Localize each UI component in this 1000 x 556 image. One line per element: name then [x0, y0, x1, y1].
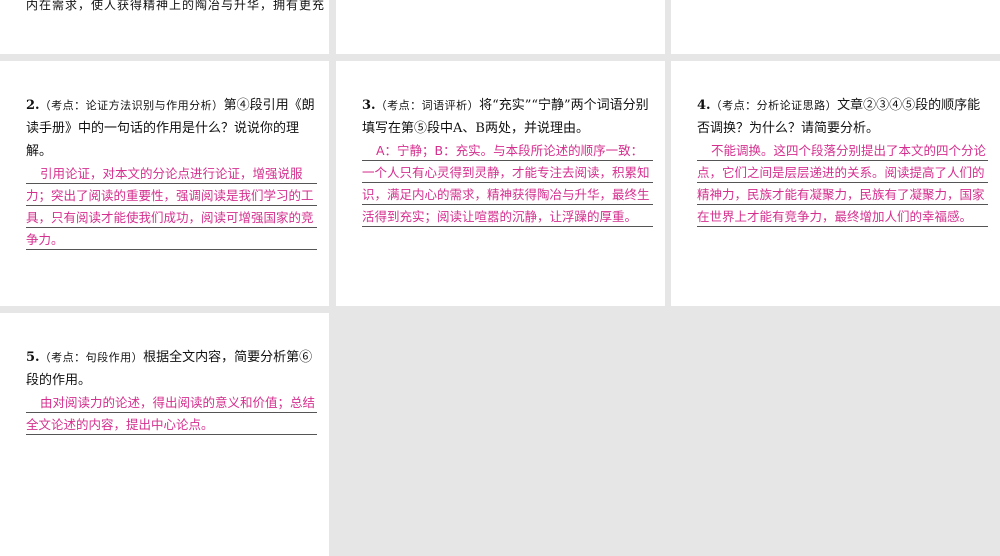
question-2-prompt: 2.（考点：论证方法识别与作用分析）第④段引用《朗读手册》中的一句话的作用是什么…	[26, 94, 317, 163]
question-4-prompt: 4.（考点：分析论证思路）文章②③④⑤段的顺序能否调换？为什么？请简要分析。	[697, 94, 988, 140]
question-tag: （考点：句段作用）	[39, 351, 144, 364]
question-tag: （考点：分析论证思路）	[710, 99, 838, 112]
question-tag: （考点：词语评析）	[375, 99, 480, 112]
question-number: 5.	[26, 350, 40, 365]
question-number: 3.	[362, 98, 376, 113]
top-snippet-text: 内在需求，使人获得精神上的陶冶与升华，拥有更充	[26, 0, 326, 12]
question-4-card: 4.（考点：分析论证思路）文章②③④⑤段的顺序能否调换？为什么？请简要分析。 不…	[671, 61, 1000, 306]
question-3-answer: A：宁静；B：充实。与本段所论述的顺序一致：一个人只有心灵得到灵静，才能专注去阅…	[362, 140, 653, 228]
answer-text: 由对阅读力的论述，得出阅读的意义和价值；总结全文论述的内容，提出中心论点。	[26, 395, 316, 432]
question-5-prompt: 5.（考点：句段作用）根据全文内容，简要分析第⑥段的作用。	[26, 346, 317, 392]
answer-text: 不能调换。这四个段落分别提出了本文的四个分论点，它们之间是层层递进的关系。阅读提…	[697, 143, 987, 224]
question-number: 2.	[26, 98, 40, 113]
question-3-card: 3.（考点：词语评析）将“充实”“宁静”两个词语分别填写在第⑤段中A、B两处，并…	[336, 61, 665, 306]
top-middle-tile	[336, 0, 665, 54]
question-2-card: 2.（考点：论证方法识别与作用分析）第④段引用《朗读手册》中的一句话的作用是什么…	[0, 61, 329, 306]
question-2-answer: 引用论证，对本文的分论点进行论证，增强说服力；突出了阅读的重要性，强调阅读是我们…	[26, 163, 317, 251]
question-3-prompt: 3.（考点：词语评析）将“充实”“宁静”两个词语分别填写在第⑤段中A、B两处，并…	[362, 94, 653, 140]
question-5-answer: 由对阅读力的论述，得出阅读的意义和价值；总结全文论述的内容，提出中心论点。	[26, 392, 317, 436]
answer-text: A：宁静；B：充实。与本段所论述的顺序一致：一个人只有心灵得到灵静，才能专注去阅…	[362, 143, 650, 224]
question-4-answer: 不能调换。这四个段落分别提出了本文的四个分论点，它们之间是层层递进的关系。阅读提…	[697, 140, 988, 228]
top-left-tile: 内在需求，使人获得精神上的陶冶与升华，拥有更充	[0, 0, 329, 54]
top-right-tile	[671, 0, 1000, 54]
question-5-card: 5.（考点：句段作用）根据全文内容，简要分析第⑥段的作用。 由对阅读力的论述，得…	[0, 313, 329, 556]
question-number: 4.	[697, 98, 711, 113]
answer-text: 引用论证，对本文的分论点进行论证，增强说服力；突出了阅读的重要性，强调阅读是我们…	[26, 166, 314, 247]
question-tag: （考点：论证方法识别与作用分析）	[39, 99, 224, 112]
